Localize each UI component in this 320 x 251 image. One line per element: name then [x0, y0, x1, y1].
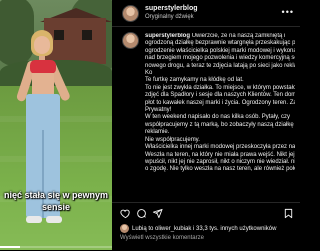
action-bar: Lubią to oliwer_kubiak i 33,3 tys. innyc… — [112, 202, 300, 251]
comment-icon[interactable] — [136, 208, 147, 219]
caption-line-text: reklamie. — [145, 129, 170, 136]
caption-line-text: Właścicielka innej marki modowej przesko… — [145, 144, 295, 151]
caption-line: nowego drogu, a teraz te zdjęcia latają … — [145, 63, 295, 70]
caption-line: ogrodzenie właścicielka polskiej marki m… — [145, 48, 295, 55]
caption-line-text: Te furtkę zamykamy na kłódkę od lat. — [145, 77, 244, 84]
caption-line-text: Nie współpracujemy. — [145, 136, 200, 143]
audio-link[interactable]: Oryginalny dźwięk — [145, 14, 194, 20]
view-comments-link[interactable]: Wyświetl wszystkie komentarze — [120, 235, 204, 241]
caption-line: nad brzegiem mojego pozwolenia i wiedzy … — [145, 55, 295, 62]
video-progress-bar[interactable] — [0, 246, 112, 248]
avatar[interactable] — [122, 5, 139, 22]
caption-line: Te furtkę zamykamy na kłódkę od lat. — [145, 77, 295, 84]
video-player[interactable]: nięć stała się w pewnym sensie — [0, 0, 112, 250]
caption-line: ogrodzoną działkę bezprawnie wtargnęła p… — [145, 40, 295, 47]
torso — [32, 73, 54, 95]
house-window — [82, 30, 92, 40]
caption-line: reklamie. — [145, 129, 295, 136]
caption-line-text: To nie jest zwykła działka. To miejsce, … — [145, 84, 295, 91]
caption-line-text: nowego drogu, a teraz te zdjęcia latają … — [145, 62, 295, 69]
caption-line-text: Weszła na teren, na który nie miała praw… — [145, 151, 295, 158]
heart-icon[interactable] — [120, 208, 131, 219]
caption-line-text: płot to kawałek naszej marki i życia. Og… — [145, 99, 295, 106]
caption-line-text: nad brzegiem mojego pozwolenia i wiedzy … — [145, 55, 295, 62]
post-header: superstylerblog Oryginalny dźwięk ••• — [112, 0, 300, 27]
caption-line-text: współpracujemy z tą marką, bo zobaczyły … — [145, 121, 295, 128]
red-top — [30, 60, 56, 74]
likes-text: Lubią to oliwer_kubiak i 33,3 tys. innyc… — [132, 226, 277, 233]
shoe — [46, 216, 62, 223]
caption-line: współpracujemy z tą marką, bo zobaczyły … — [145, 122, 295, 129]
avatar — [120, 224, 129, 233]
caption-username[interactable]: superstylerblog — [145, 33, 192, 39]
avatar[interactable] — [122, 32, 139, 49]
likes-summary[interactable]: Lubią to oliwer_kubiak i 33,3 tys. innyc… — [120, 224, 276, 233]
shoe — [26, 216, 42, 223]
caption-line-text: o zgodę. Nie tylko weszła na nasz teren,… — [145, 166, 295, 173]
caption-line: o zgodę. Nie tylko weszła na nasz teren,… — [145, 166, 295, 173]
caption-line-text: zdjęć dla Spadłory i sesje dla naszych K… — [145, 92, 295, 99]
more-options-icon[interactable]: ••• — [282, 7, 294, 17]
caption-line: To nie jest zwykła działka. To miejsce, … — [145, 85, 295, 92]
video-subtitle-line: nięć stała się w pewnym — [3, 190, 109, 200]
caption-line: Prywatny! — [145, 107, 295, 114]
caption-line: Właścicielka innej marki modowej przesko… — [145, 144, 295, 151]
username-link[interactable]: superstylerblog — [145, 5, 198, 12]
caption-line-text: Ko — [145, 70, 153, 77]
caption-line: W ten weekend napisało do nas kilka osób… — [145, 114, 295, 121]
caption-line: wpuścił, nikt jej nie zaprosił, nikt o n… — [145, 159, 295, 166]
post-panel: superstylerblog Oryginalny dźwięk ••• su… — [112, 0, 300, 250]
video-progress-fill — [0, 246, 21, 248]
video-subtitle-line: sensie — [41, 202, 71, 212]
caption-line: Ko — [145, 70, 295, 77]
caption-line-text: W ten weekend napisało do nas kilka osób… — [145, 114, 290, 121]
caption-line: płot to kawałek naszej marki i życia. Og… — [145, 100, 295, 107]
caption-line: Weszła na teren, na który nie miała praw… — [145, 152, 295, 159]
share-icon[interactable] — [152, 208, 163, 219]
post-viewer: nięć stała się w pewnym sensie superstyl… — [0, 0, 300, 250]
caption-line: Nie współpracujemy. — [145, 137, 295, 144]
caption-line-text: wpuścił, nikt jej nie zaprosił, nikt o n… — [145, 158, 295, 165]
caption-line-text: Uwierzcie, że na naszą zamkniętą i — [191, 33, 286, 39]
caption-line: superstylerblog Uwierzcie, że na naszą z… — [145, 33, 295, 40]
face — [34, 36, 50, 54]
caption-line: zdjęć dla Spadłory i sesje dla naszych K… — [145, 92, 295, 99]
video-subtitle: nięć stała się w pewnym sensie — [0, 189, 112, 213]
bookmark-icon[interactable] — [283, 208, 294, 219]
caption-text: superstylerblog Uwierzcie, że na naszą z… — [145, 33, 295, 174]
caption-line-text: Prywatny! — [145, 107, 172, 114]
caption-line-text: ogrodzenie właścicielka polskiej marki m… — [145, 47, 295, 54]
caption-line-text: ogrodzoną działkę bezprawnie wtargnęła p… — [145, 40, 295, 47]
